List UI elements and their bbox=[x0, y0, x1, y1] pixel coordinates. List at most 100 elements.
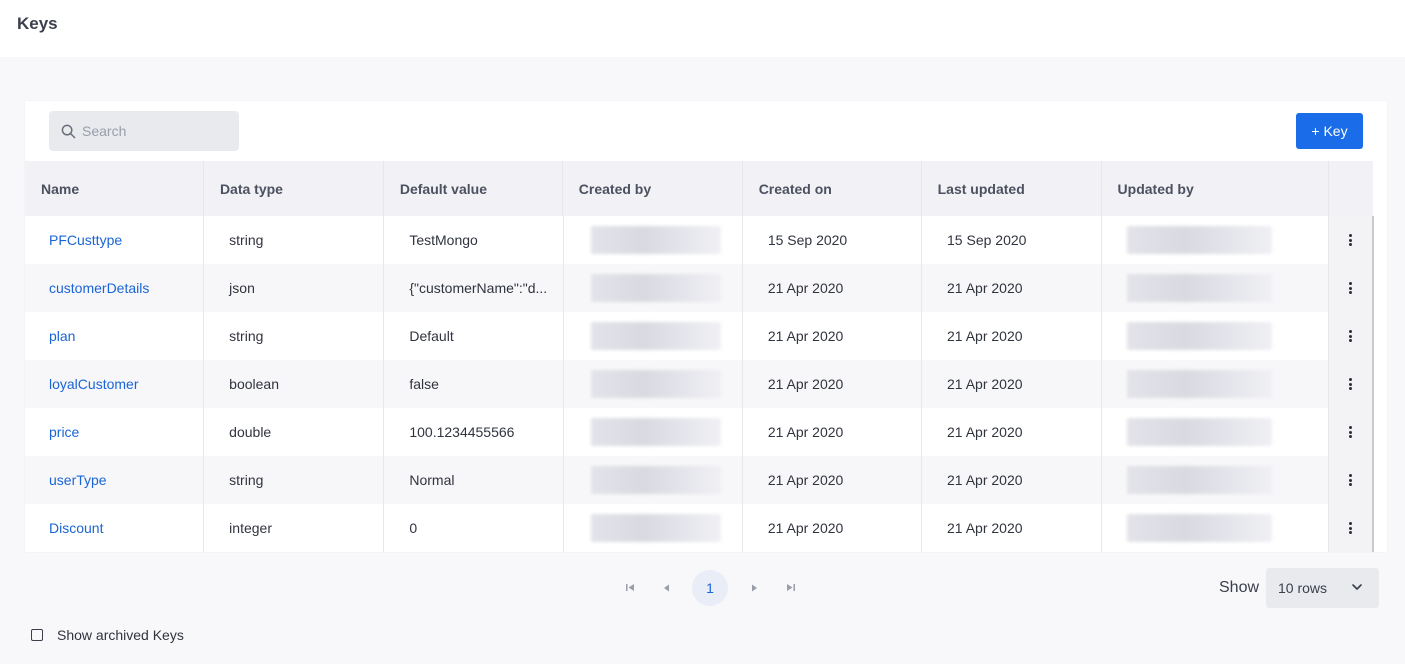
data-type-cell: json bbox=[204, 264, 385, 312]
default-value-text: Normal bbox=[409, 472, 455, 488]
updated-by-cell bbox=[1102, 408, 1329, 456]
keys-card: + Key Name Data type Default value Creat… bbox=[25, 101, 1387, 552]
scrollbar-thumb[interactable] bbox=[1372, 216, 1374, 552]
created-by-cell bbox=[564, 504, 743, 552]
keys-table: Name Data type Default value Created by … bbox=[25, 161, 1374, 552]
first-page-icon[interactable] bbox=[612, 569, 648, 606]
row-actions bbox=[1328, 360, 1373, 408]
column-header-data-type[interactable]: Data type bbox=[204, 161, 384, 216]
search-input[interactable] bbox=[82, 123, 232, 139]
previous-page-icon[interactable] bbox=[648, 569, 684, 606]
more-options-icon[interactable] bbox=[1349, 522, 1353, 534]
created-on-cell: 21 Apr 2020 bbox=[743, 312, 923, 360]
default-value-cell: TestMongo bbox=[384, 216, 564, 264]
updated-by-cell bbox=[1102, 360, 1329, 408]
last-updated-cell: 21 Apr 2020 bbox=[922, 456, 1103, 504]
default-value-text: Default bbox=[409, 328, 454, 344]
key-name-link[interactable]: PFCusttype bbox=[25, 216, 205, 264]
updated-by-cell bbox=[1102, 264, 1329, 312]
last-updated-cell: 21 Apr 2020 bbox=[922, 408, 1103, 456]
redacted-user bbox=[590, 466, 721, 494]
column-header-updated-by[interactable]: Updated by bbox=[1102, 161, 1329, 216]
data-type-cell: boolean bbox=[204, 360, 385, 408]
created-on-cell: 15 Sep 2020 bbox=[743, 216, 923, 264]
data-type-cell: string bbox=[204, 456, 385, 504]
top-bar: Keys bbox=[0, 0, 1405, 57]
row-actions bbox=[1328, 408, 1373, 456]
row-actions bbox=[1328, 216, 1373, 264]
column-header-default-value[interactable]: Default value bbox=[384, 161, 563, 216]
created-by-cell bbox=[564, 264, 743, 312]
more-options-icon[interactable] bbox=[1349, 378, 1353, 390]
redacted-user bbox=[1127, 226, 1273, 254]
show-archived-checkbox[interactable] bbox=[31, 629, 43, 641]
redacted-user bbox=[590, 418, 721, 446]
search-icon bbox=[61, 124, 76, 138]
updated-by-cell bbox=[1102, 456, 1329, 504]
page-number[interactable]: 1 bbox=[692, 569, 728, 606]
table-row[interactable]: plan string Default 21 Apr 2020 21 Apr 2020 bbox=[25, 312, 1373, 360]
created-on-cell: 21 Apr 2020 bbox=[743, 264, 923, 312]
table-row[interactable]: loyalCustomer boolean false 21 Apr 2020 21 A… bbox=[25, 360, 1373, 408]
table-row[interactable]: userType string Normal 21 Apr 2020 21 Apr 20… bbox=[25, 456, 1373, 504]
key-name-link[interactable]: customerDetails bbox=[25, 264, 205, 312]
created-by-cell bbox=[564, 456, 743, 504]
updated-by-cell bbox=[1102, 504, 1329, 552]
column-header-last-updated[interactable]: Last updated bbox=[922, 161, 1102, 216]
redacted-user bbox=[1127, 322, 1273, 350]
created-on-cell: 21 Apr 2020 bbox=[743, 456, 923, 504]
row-actions bbox=[1328, 456, 1373, 504]
more-options-icon[interactable] bbox=[1349, 474, 1353, 486]
show-archived-toggle[interactable]: Show archived Keys bbox=[31, 627, 184, 643]
next-page-icon[interactable] bbox=[736, 569, 772, 606]
table-row[interactable]: PFCusttype string TestMongo 15 Sep 2020 15 S… bbox=[25, 216, 1373, 264]
key-name-link[interactable]: userType bbox=[25, 456, 205, 504]
key-name-link[interactable]: Discount bbox=[25, 504, 205, 552]
show-rows-label: Show bbox=[1219, 579, 1260, 596]
redacted-user bbox=[590, 274, 721, 302]
redacted-user bbox=[590, 370, 721, 398]
more-options-icon[interactable] bbox=[1349, 282, 1353, 294]
table-row[interactable]: customerDetails json {"customerName":"d...… bbox=[25, 264, 1373, 312]
default-value-text: TestMongo bbox=[409, 232, 478, 248]
last-updated-cell: 21 Apr 2020 bbox=[922, 504, 1103, 552]
last-page-icon[interactable] bbox=[772, 569, 808, 606]
add-key-button[interactable]: + Key bbox=[1296, 113, 1363, 149]
default-value-text: false bbox=[409, 376, 439, 392]
created-on-cell: 21 Apr 2020 bbox=[743, 360, 923, 408]
key-name-link[interactable]: loyalCustomer bbox=[25, 360, 205, 408]
more-options-icon[interactable] bbox=[1349, 330, 1353, 342]
data-type-cell: double bbox=[204, 408, 385, 456]
row-actions bbox=[1328, 504, 1373, 552]
column-header-created-by[interactable]: Created by bbox=[563, 161, 743, 216]
column-header-created-on[interactable]: Created on bbox=[743, 161, 922, 216]
table-row[interactable]: Discount integer 0 21 Apr 2020 21 Apr 2020 bbox=[25, 504, 1373, 552]
rows-per-page-select[interactable]: 10 rows bbox=[1266, 568, 1379, 608]
created-by-cell bbox=[564, 408, 743, 456]
search-box[interactable] bbox=[49, 111, 239, 151]
redacted-user bbox=[1127, 370, 1273, 398]
created-on-cell: 21 Apr 2020 bbox=[743, 408, 923, 456]
key-name-link[interactable]: plan bbox=[25, 312, 205, 360]
data-type-cell: string bbox=[204, 312, 385, 360]
created-by-cell bbox=[564, 360, 743, 408]
more-options-icon[interactable] bbox=[1349, 234, 1353, 246]
default-value-text: {"customerName":"d... bbox=[409, 280, 548, 296]
table-row[interactable]: price double 100.1234455566 21 Apr 2020 21 A… bbox=[25, 408, 1373, 456]
default-value-cell: {"customerName":"d... bbox=[384, 264, 564, 312]
more-options-icon[interactable] bbox=[1349, 426, 1353, 438]
column-header-name[interactable]: Name bbox=[25, 161, 204, 216]
show-archived-label: Show archived Keys bbox=[57, 627, 184, 643]
chevron-down-icon bbox=[1352, 584, 1362, 590]
redacted-user bbox=[590, 322, 721, 350]
last-updated-cell: 15 Sep 2020 bbox=[922, 216, 1103, 264]
key-name-link[interactable]: price bbox=[25, 408, 205, 456]
last-updated-cell: 21 Apr 2020 bbox=[922, 264, 1103, 312]
row-actions bbox=[1328, 312, 1373, 360]
pagination: 1 bbox=[612, 569, 808, 606]
data-type-cell: integer bbox=[204, 504, 385, 552]
updated-by-cell bbox=[1102, 216, 1329, 264]
created-on-cell: 21 Apr 2020 bbox=[743, 504, 923, 552]
default-value-cell: Normal bbox=[384, 456, 564, 504]
page-title: Keys bbox=[17, 14, 58, 33]
